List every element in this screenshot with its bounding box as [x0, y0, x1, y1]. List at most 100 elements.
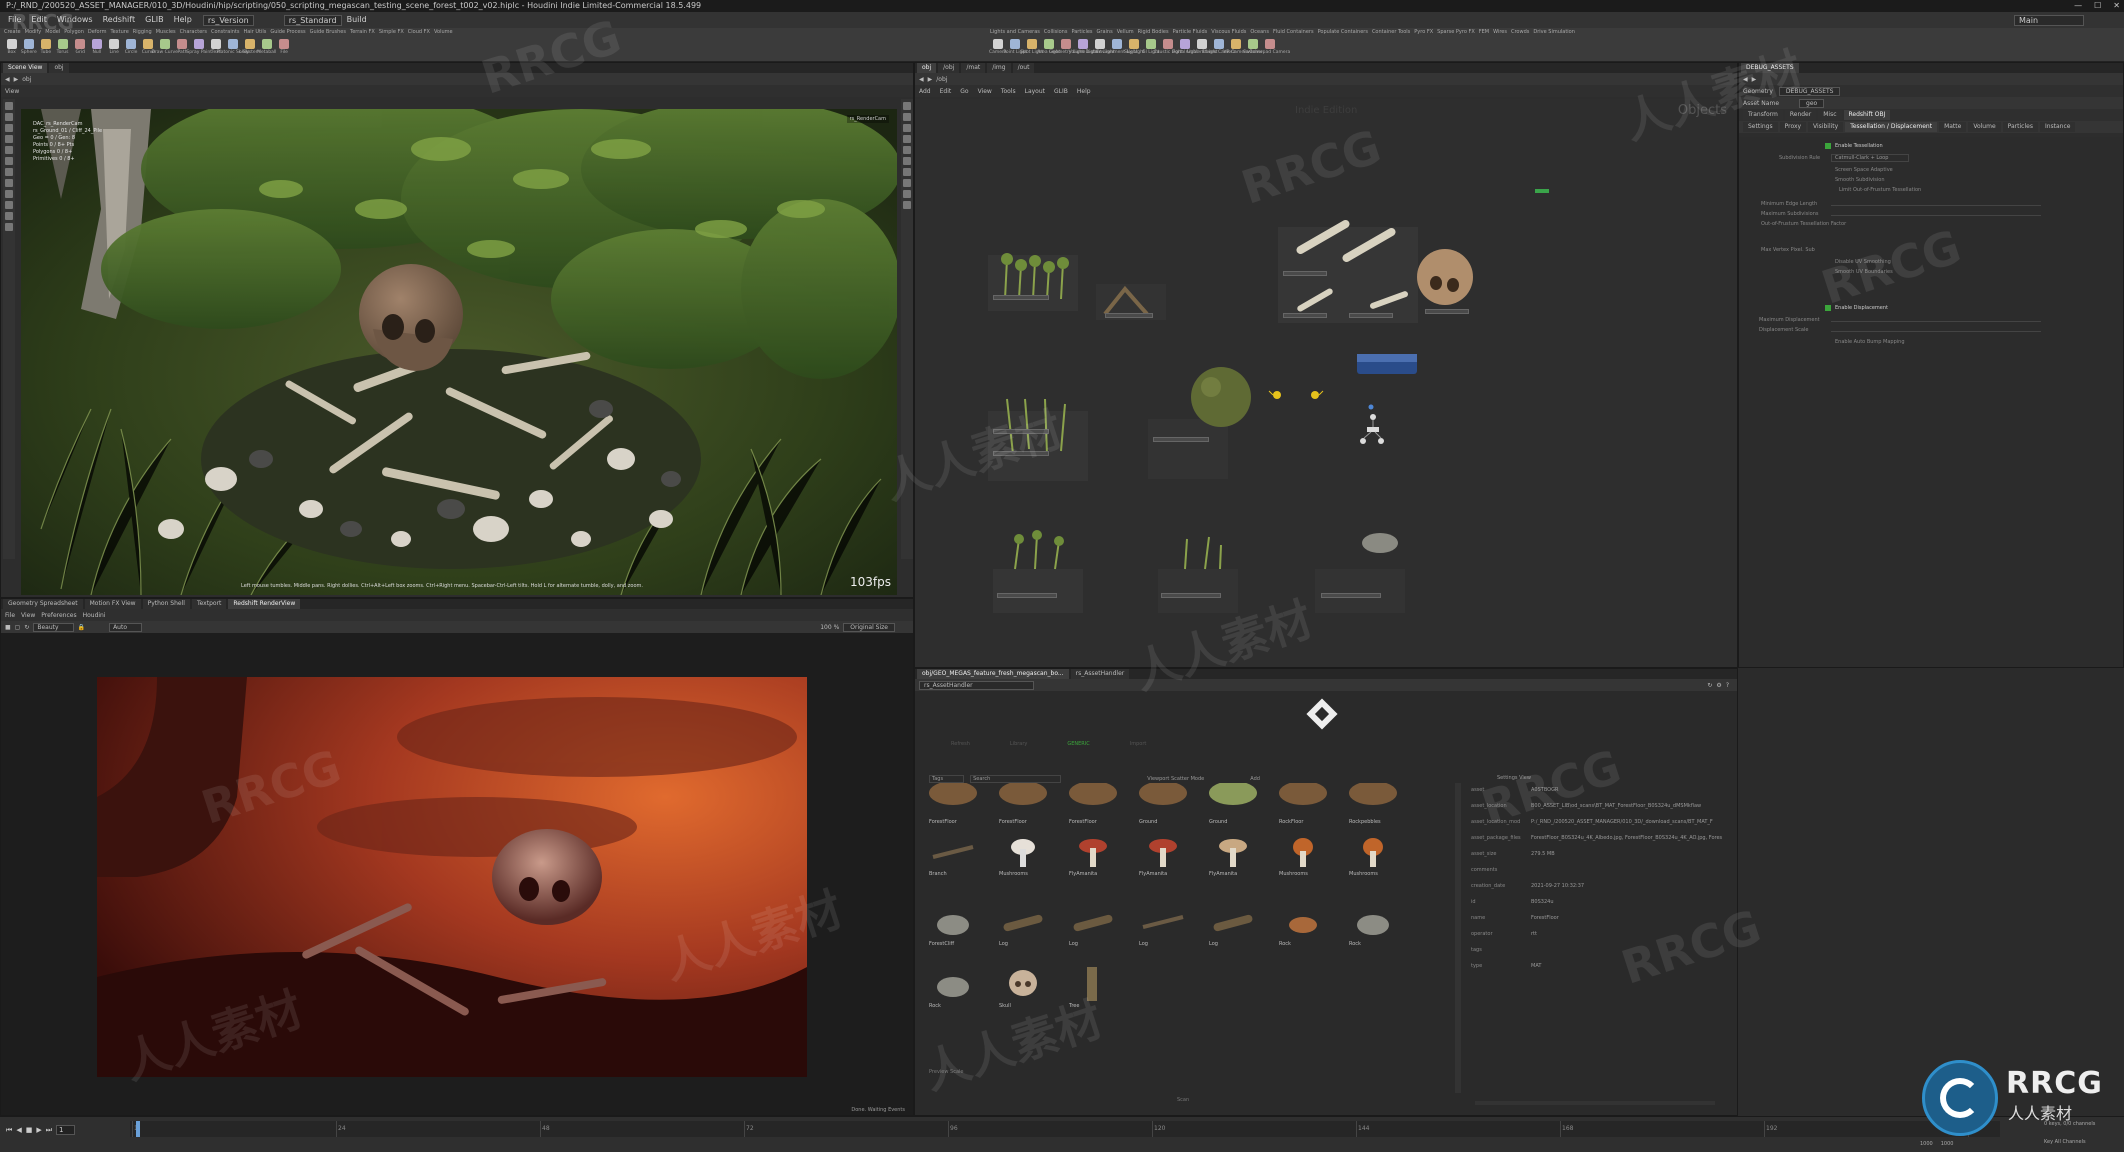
render-pane-tab[interactable]: Redshift RenderView	[228, 599, 301, 609]
shelf-tool[interactable]: Gamepad Camera	[1250, 37, 1290, 59]
shelf-tool[interactable]: Environment Light	[1096, 37, 1138, 59]
node-moss[interactable]	[1153, 437, 1209, 442]
node-flowers[interactable]	[1161, 593, 1221, 598]
shelf-tab[interactable]: Guide Brushes	[310, 29, 346, 36]
param-sub-tab[interactable]: Tessellation / Displacement	[1845, 122, 1938, 132]
detail-value[interactable]: P:/_RND_/200520_ASSET_MANAGER/010_3D/_do…	[1531, 819, 1731, 825]
shelf-tool[interactable]: L-System	[240, 37, 260, 59]
end-frame-field-2[interactable]: 1000	[1941, 1141, 1954, 1147]
smooth-subdiv-label[interactable]: Smooth Subdivision	[1835, 177, 1885, 183]
network-canvas[interactable]: Objects Indie Edition	[915, 99, 1737, 667]
shelf-tool[interactable]: Grid	[72, 37, 88, 59]
bg-icon[interactable]	[903, 168, 911, 176]
search-input[interactable]: Search	[970, 775, 1062, 783]
generic-status[interactable]: GENERIC	[1067, 741, 1089, 747]
menu-redshift[interactable]: Redshift	[98, 12, 140, 28]
jump-end-icon[interactable]: ⏭	[46, 1126, 52, 1135]
light-icon[interactable]	[5, 223, 13, 231]
gear-icon[interactable]: ⚙	[1716, 682, 1721, 689]
menu-glib[interactable]: GLIB	[140, 12, 169, 28]
shelf-tab[interactable]: Simple FX	[379, 29, 404, 36]
shelf-tool[interactable]: Caustic Light	[1153, 37, 1183, 59]
asset-thumbnail[interactable]	[1139, 835, 1187, 869]
render-canvas[interactable]: Done. Waiting Events	[1, 633, 913, 1115]
asset-thumbnail[interactable]	[999, 835, 1047, 869]
shelf-tab[interactable]: Drive Simulation	[1533, 29, 1575, 36]
node-plants-a[interactable]	[993, 295, 1049, 300]
detail-value[interactable]: B0S324u	[1531, 899, 1731, 905]
asset-thumbnail[interactable]	[1139, 905, 1187, 939]
shelf-tab[interactable]: Wires	[1493, 29, 1507, 36]
refresh-icon[interactable]: ↻	[24, 624, 29, 631]
shelf-tool[interactable]: Ambient Light	[1186, 37, 1218, 59]
shelf-tool[interactable]: Path	[174, 37, 190, 59]
camera-menu[interactable]: rs_RenderCam	[846, 115, 889, 123]
shelf-tool[interactable]: Box	[4, 37, 20, 59]
tab-asset-handler[interactable]: rs_AssetHandler	[1070, 669, 1130, 679]
forward-icon[interactable]: ▶	[928, 76, 933, 83]
node-bones-c[interactable]	[1349, 313, 1393, 318]
network-path-obj[interactable]: /obj	[936, 76, 947, 83]
path-out[interactable]: /out	[1012, 63, 1035, 73]
asset-thumbnail[interactable]	[1279, 783, 1327, 817]
ghost-icon[interactable]	[903, 201, 911, 209]
screen-space-label[interactable]: Screen Space Adaptive	[1835, 167, 1893, 173]
shelf-tab[interactable]: Volume	[434, 29, 453, 36]
shelf-tab[interactable]: Rigid Bodies	[1138, 29, 1169, 36]
shelf-tool[interactable]: Sphere	[21, 37, 37, 59]
desktop-field[interactable]: rs_Version	[202, 14, 254, 26]
jump-start-icon[interactable]: ⏮	[6, 1126, 12, 1135]
asset-thumbnail[interactable]	[929, 967, 977, 1001]
forward-icon[interactable]: ▶	[14, 76, 19, 83]
import-button[interactable]: Import	[1130, 741, 1147, 747]
shelf-tab[interactable]: Container Tools	[1372, 29, 1410, 36]
shelf-tab[interactable]: Oceans	[1250, 29, 1269, 36]
path-obj-network[interactable]: /obj	[938, 63, 960, 73]
node-branches-b[interactable]	[993, 451, 1049, 456]
shelf-tool[interactable]: Distant Light	[1086, 37, 1114, 59]
menu-view-net[interactable]: View	[978, 88, 992, 95]
detail-value[interactable]: ForestFloor_B0S324u_4K_Albedo.jpg, Fores…	[1531, 835, 1731, 841]
stop-icon[interactable]: ■	[26, 1126, 33, 1134]
step-back-icon[interactable]: ◀	[16, 1126, 21, 1134]
shelf-tab[interactable]: Crowds	[1511, 29, 1529, 36]
shelf-tab[interactable]: Lights and Cameras	[990, 29, 1040, 36]
menu-glib-net[interactable]: GLIB	[1054, 88, 1068, 95]
viewport[interactable]: DAC_rs_RenderCam rs_Ground_01 / Cliff_24…	[21, 109, 897, 595]
reload-icon[interactable]: ↻	[1707, 682, 1712, 689]
rotate-tool-icon[interactable]	[5, 124, 13, 132]
shelf-tab[interactable]: Particle Fluids	[1173, 29, 1208, 36]
menu-edit-net[interactable]: Edit	[940, 88, 952, 95]
asset-thumbnail[interactable]	[1069, 905, 1117, 939]
asset-thumbnail[interactable]	[999, 905, 1047, 939]
render-stop-icon[interactable]: ▢	[15, 624, 21, 631]
tab-obj[interactable]: obj	[49, 63, 69, 73]
shelf-tool[interactable]: Volume Light	[1068, 37, 1098, 59]
render-start-icon[interactable]: ■	[5, 624, 11, 631]
path-mat[interactable]: /mat	[961, 63, 986, 73]
asset-thumbnail[interactable]	[1349, 783, 1397, 817]
shelf-tab[interactable]: Vellum	[1117, 29, 1134, 36]
scan-button[interactable]: Scan	[1177, 1097, 1189, 1103]
asset-thumbnail[interactable]	[1209, 835, 1257, 869]
lock-icon[interactable]: 🔒	[78, 624, 85, 631]
close-button[interactable]: ✕	[2113, 0, 2120, 12]
node-stump[interactable]	[1105, 313, 1153, 318]
menu-file-rv[interactable]: File	[5, 612, 15, 619]
node-bones-a[interactable]	[1283, 271, 1327, 276]
shelf-tab[interactable]: Viscous Fluids	[1211, 29, 1246, 36]
param-sub-tab[interactable]: Settings	[1743, 122, 1778, 132]
node-name-field[interactable]: DEBUG_ASSETS	[1778, 86, 1841, 96]
path-obj[interactable]: obj	[22, 76, 31, 83]
asset-thumbnail[interactable]	[1069, 835, 1117, 869]
move-tool-icon[interactable]	[5, 113, 13, 121]
shelf-tab[interactable]: Cloud FX	[408, 29, 430, 36]
shelf-tab[interactable]: Sparse Pyro FX	[1437, 29, 1475, 36]
disp-scale-slider[interactable]	[1831, 327, 2041, 332]
shelf-tool[interactable]: VR Camera	[1223, 37, 1249, 59]
param-top-tab[interactable]: Redshift OBJ	[1843, 110, 1891, 120]
lock-icon[interactable]	[5, 212, 13, 220]
shelf-tool[interactable]: Tube	[38, 37, 54, 59]
tab-scene-view[interactable]: Scene View	[3, 63, 48, 73]
key-all-button[interactable]: Key All Channels	[2044, 1139, 2086, 1145]
